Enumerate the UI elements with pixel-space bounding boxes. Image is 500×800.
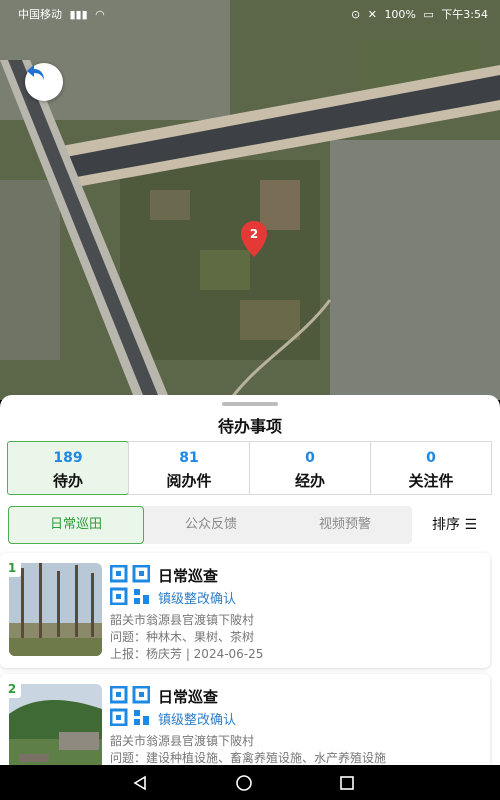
sheet-title: 待办事项 [217, 417, 282, 436]
tab-video-alert[interactable]: 视频预警 [278, 506, 412, 544]
battery-icon: ▭ [423, 8, 434, 21]
location-icon: ⊙ [351, 8, 361, 21]
task-photo [9, 563, 102, 656]
map-marker[interactable]: 2 [240, 220, 268, 258]
item-subtitle: 镇级整改确认 [158, 713, 237, 728]
task-photo [9, 684, 102, 765]
stats-row: 189 待办 81 阅办件 0 经办 0 关注件 [7, 441, 492, 495]
item-index: 2 [3, 680, 21, 698]
item-title: 日常巡查 [158, 567, 219, 585]
battery-percent: 100% [384, 8, 416, 21]
drag-handle[interactable] [222, 402, 278, 406]
carrier-name: 中国移动 [18, 8, 62, 21]
stat-followed[interactable]: 0 关注件 [370, 441, 492, 495]
stat-todo[interactable]: 189 待办 [7, 441, 129, 495]
item-issue: 问题：建设种植设施、畜禽养殖设施、水产养殖设施 [110, 751, 387, 765]
stat-count: 81 [179, 450, 199, 466]
satellite-map[interactable]: 中国移动 ▮▮▮ ◠ ⊙ ✕ 100% ▭ 下午3:54 2 [0, 0, 500, 400]
map-imagery [0, 0, 500, 400]
stat-label: 阅办件 [166, 472, 212, 490]
undo-arrow-icon [27, 65, 44, 80]
sort-button[interactable]: 排序 ☰ [418, 506, 500, 544]
stat-count: 189 [53, 450, 83, 466]
item-report: 上报：杨庆芳 | 2024-06-25 [110, 647, 264, 661]
stat-handled[interactable]: 0 经办 [249, 441, 371, 495]
item-issue: 问题：种林木、果树、茶树 [110, 630, 255, 644]
tab-daily-patrol[interactable]: 日常巡田 [8, 506, 144, 544]
stat-read[interactable]: 81 阅办件 [128, 441, 250, 495]
sort-icon: ☰ [464, 517, 478, 533]
stat-count: 0 [426, 450, 436, 466]
stat-label: 关注件 [408, 472, 454, 490]
mute-icon: ✕ [367, 8, 377, 21]
sort-label: 排序 [432, 517, 460, 533]
nav-home-button[interactable] [229, 765, 259, 800]
list-item[interactable]: 1 日常巡查 镇级整改确认 韶关市翁源县官渡镇下陂村 问题：种林木、果树、茶树 … [0, 553, 490, 668]
item-title: 日常巡查 [158, 688, 219, 706]
category-tabs: 日常巡田 公众反馈 视频预警 [8, 506, 412, 544]
square-recents-icon [340, 775, 354, 790]
circle-home-icon [236, 774, 252, 791]
stat-label: 经办 [294, 472, 325, 490]
tab-public-feedback[interactable]: 公众反馈 [144, 506, 278, 544]
status-bar: 中国移动 ▮▮▮ ◠ ⊙ ✕ 100% ▭ 下午3:54 [0, 0, 500, 28]
item-subtitle: 镇级整改确认 [158, 592, 237, 607]
list-item[interactable]: 2 日常巡查 镇级整改确认 韶关市翁源县官渡镇下陂村 问题：建设种植设施、畜禽养… [0, 674, 490, 765]
qr-code-icon [110, 565, 150, 605]
status-right: ⊙ ✕ 100% ▭ 下午3:54 [351, 6, 492, 22]
todo-sheet: 待办事项 189 待办 81 阅办件 0 经办 0 关注件 日常巡田 公众反馈 … [0, 395, 500, 765]
wifi-icon: ◠ [95, 8, 105, 21]
item-address: 韶关市翁源县官渡镇下陂村 [110, 734, 255, 748]
nav-back-button[interactable] [125, 765, 155, 800]
clock: 下午3:54 [441, 8, 488, 21]
back-button[interactable] [25, 63, 63, 101]
marker-count: 2 [249, 227, 259, 241]
qr-code-icon [110, 686, 150, 726]
nav-recents-button[interactable] [332, 765, 362, 800]
status-left: 中国移动 ▮▮▮ ◠ [18, 6, 109, 22]
item-address: 韶关市翁源县官渡镇下陂村 [110, 613, 255, 627]
system-nav-bar [0, 765, 500, 800]
stat-count: 0 [305, 450, 315, 466]
stat-label: 待办 [52, 472, 83, 490]
triangle-back-icon [133, 775, 146, 790]
signal-icon: ▮▮▮ [69, 8, 88, 21]
item-index: 1 [3, 559, 21, 577]
